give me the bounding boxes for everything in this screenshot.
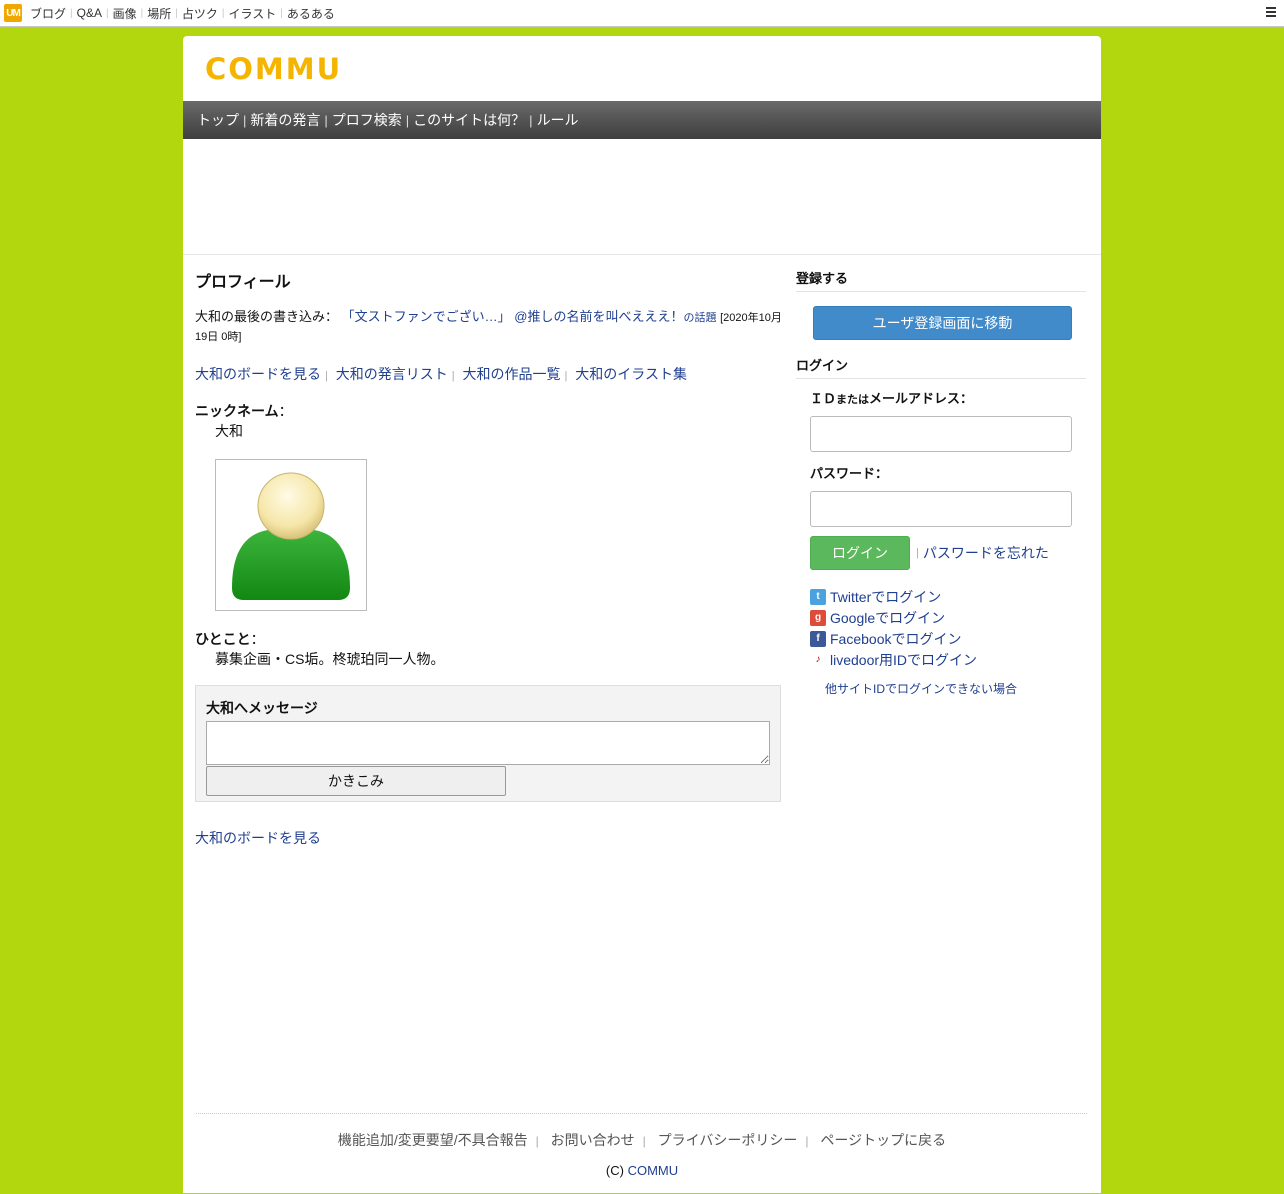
board-link[interactable]: 大和のボードを見る bbox=[195, 366, 321, 382]
message-form: 大和へメッセージ かきこみ bbox=[195, 685, 781, 802]
password-input[interactable] bbox=[810, 491, 1072, 527]
works-link[interactable]: 大和の作品一覧 bbox=[463, 366, 561, 382]
footer-link-contact[interactable]: お問い合わせ bbox=[551, 1132, 635, 1148]
post-list-link[interactable]: 大和の発言リスト bbox=[336, 366, 448, 382]
menu-icon[interactable] bbox=[1266, 5, 1276, 19]
twitter-icon: t bbox=[810, 588, 826, 605]
nav-item-profile-search[interactable]: プロフ検索 bbox=[332, 110, 402, 130]
footer-link-page-top[interactable]: ページトップに戻る bbox=[820, 1132, 946, 1148]
network-link-blog[interactable]: ブログ bbox=[26, 5, 70, 22]
board-link-bottom-anchor[interactable]: 大和のボードを見る bbox=[195, 830, 321, 846]
id-label: ＩＤまたはメールアドレス： bbox=[810, 391, 974, 406]
board-link-bottom: 大和のボードを見る bbox=[195, 828, 785, 848]
google-icon: g bbox=[810, 609, 826, 626]
hitokoto-label: ひとこと： bbox=[195, 631, 265, 647]
id-input[interactable] bbox=[810, 416, 1072, 452]
message-title: 大和へメッセージ bbox=[206, 700, 318, 716]
default-avatar-icon bbox=[232, 472, 350, 600]
last-post-link[interactable]: 「文ストファンでござい…」 bbox=[342, 309, 511, 324]
hitokoto-value: 募集企画・CS垢。柊琥珀同一人物。 bbox=[215, 651, 445, 667]
network-logo-icon[interactable]: UM bbox=[4, 4, 22, 22]
login-title: ログイン bbox=[796, 355, 1086, 379]
nav-item-new-posts[interactable]: 新着の発言 bbox=[250, 110, 320, 130]
profile-section: プロフィール 大和の最後の書き込み： 「文ストファンでござい…」 @推しの名前を… bbox=[195, 268, 785, 848]
profile-links: 大和のボードを見る | 大和の発言リスト | 大和の作品一覧 | 大和のイラスト集 bbox=[195, 366, 687, 382]
nickname-label: ニックネーム： bbox=[195, 403, 293, 419]
forgot-password-link[interactable]: パスワードを忘れた bbox=[923, 543, 1049, 563]
last-post: 大和の最後の書き込み： 「文ストファンでござい…」 @推しの名前を叫べえええ！の… bbox=[195, 308, 785, 346]
nav-item-rules[interactable]: ルール bbox=[537, 110, 579, 130]
footer-link-privacy[interactable]: プライバシーポリシー bbox=[658, 1132, 798, 1148]
copyright-link[interactable]: COMMU bbox=[628, 1163, 679, 1178]
site-logo[interactable]: COMMU bbox=[205, 52, 342, 86]
ad-space bbox=[183, 139, 1101, 255]
twitter-login[interactable]: t Twitterでログイン bbox=[810, 586, 1086, 607]
network-link-qa[interactable]: Q&A bbox=[73, 6, 106, 20]
livedoor-icon: ♪ bbox=[810, 651, 826, 668]
password-label: パスワード： bbox=[810, 466, 889, 481]
network-link-illust[interactable]: イラスト bbox=[224, 5, 280, 22]
avatar bbox=[215, 459, 367, 611]
footer-link-feedback[interactable]: 機能追加/変更要望/不具合報告 bbox=[338, 1132, 528, 1148]
footer-links: 機能追加/変更要望/不具合報告 | お問い合わせ | プライバシーポリシー | ページ… bbox=[337, 1132, 947, 1148]
page-title: プロフィール bbox=[195, 274, 291, 291]
illust-link[interactable]: 大和のイラスト集 bbox=[575, 366, 687, 382]
nickname-value: 大和 bbox=[215, 423, 243, 439]
livedoor-login[interactable]: ♪ livedoor用IDでログイン bbox=[810, 649, 1086, 670]
last-post-label: 大和の最後の書き込み： bbox=[195, 309, 339, 324]
other-site-help: 他サイトIDでログインできない場合 bbox=[825, 680, 1086, 697]
login-row: ログイン | パスワードを忘れた bbox=[810, 536, 1086, 570]
nav-item-about[interactable]: このサイトは何？ bbox=[413, 110, 525, 130]
main-container: COMMU トップ | 新着の発言 | プロフ検索 | このサイトは何？ | ルール プ… bbox=[183, 36, 1101, 1193]
other-site-link[interactable]: 他サイトIDでログインできない場合 bbox=[825, 682, 1017, 696]
network-links: ブログ | Q&A | 画像 | 場所 | 占ツク | イラスト | あるある bbox=[26, 5, 339, 22]
sidebar: 登録する ユーザ登録画面に移動 ログイン ＩＤまたはメールアドレス： パスワード… bbox=[796, 268, 1086, 697]
submit-message-button[interactable]: かきこみ bbox=[206, 766, 506, 796]
register-title: 登録する bbox=[796, 268, 1086, 292]
google-login[interactable]: g Googleでログイン bbox=[810, 607, 1086, 628]
network-link-aruaru[interactable]: あるある bbox=[283, 5, 339, 22]
network-link-uranai[interactable]: 占ツク bbox=[178, 5, 222, 22]
footer-divider bbox=[196, 1113, 1087, 1114]
nav-item-top[interactable]: トップ bbox=[197, 110, 239, 130]
message-textarea[interactable] bbox=[206, 721, 770, 765]
topic-suffix[interactable]: の話題 bbox=[683, 312, 716, 324]
facebook-icon: f bbox=[810, 630, 826, 647]
register-button[interactable]: ユーザ登録画面に移動 bbox=[813, 306, 1072, 340]
copyright: (C) COMMU bbox=[605, 1163, 679, 1178]
login-button[interactable]: ログイン bbox=[810, 536, 910, 570]
topic-link[interactable]: @推しの名前を叫べえええ！ bbox=[514, 309, 683, 324]
network-link-images[interactable]: 画像 bbox=[109, 5, 141, 22]
network-bar: UM ブログ | Q&A | 画像 | 場所 | 占ツク | イラスト | あるある bbox=[0, 0, 1284, 27]
facebook-login[interactable]: f Facebookでログイン bbox=[810, 628, 1086, 649]
network-link-places[interactable]: 場所 bbox=[143, 5, 175, 22]
main-nav: トップ | 新着の発言 | プロフ検索 | このサイトは何？ | ルール bbox=[183, 101, 1101, 139]
social-login-list: t Twitterでログイン g Googleでログイン f Facebookで… bbox=[810, 586, 1086, 670]
